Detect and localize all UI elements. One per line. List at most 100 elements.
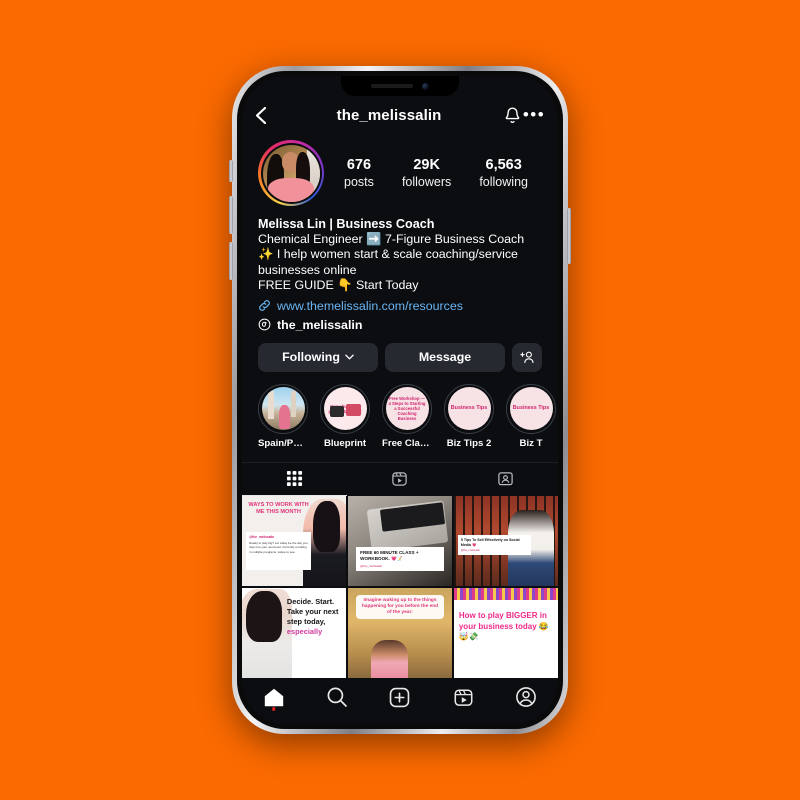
stat-posts-count: 676 xyxy=(346,156,372,173)
post-headline: WAYS TO WORK WITH ME THIS MONTH xyxy=(248,501,309,515)
post-art xyxy=(453,587,558,601)
power-button[interactable] xyxy=(567,208,571,264)
post-caption-card: @the_melissalin Ready to play big? Let t… xyxy=(246,531,311,570)
stat-followers[interactable]: 29K followers xyxy=(402,157,451,190)
highlight-item[interactable]: Business Tips Biz Tips 2 xyxy=(444,383,494,449)
highlight-cover: Business Tips xyxy=(509,387,553,431)
post-headline-accent: especially xyxy=(286,626,323,636)
highlight-cover: Free Workshop — 4 Steps to Starting a Su… xyxy=(385,387,429,431)
highlight-item[interactable]: Business Tips Biz T xyxy=(506,383,556,449)
reels-nav-button[interactable] xyxy=(443,682,483,712)
highlight-label: Blueprint xyxy=(323,437,367,449)
bio-description: Chemical Engineer ➡️ 7-Figure Business C… xyxy=(258,232,525,293)
post-grid: WAYS TO WORK WITH ME THIS MONTH @the_mel… xyxy=(242,495,558,678)
stat-followers-label: followers xyxy=(401,174,452,189)
create-nav-button[interactable] xyxy=(380,682,420,712)
following-button[interactable]: Following xyxy=(258,342,378,372)
post-thumbnail[interactable]: FREE 60 MINUTE CLASS + WORKBOOK. 💗📝 @the… xyxy=(347,495,453,587)
highlight-ring: Free Workshop — 4 Steps to Starting a Su… xyxy=(382,383,432,434)
add-person-icon xyxy=(519,351,533,364)
home-nav-button[interactable] xyxy=(254,682,294,712)
tab-tagged[interactable] xyxy=(453,463,558,496)
reels-icon xyxy=(392,472,408,486)
chevron-left-icon xyxy=(255,106,267,124)
avatar-story-ring[interactable] xyxy=(258,140,324,206)
highlight-cover-text: Free Workshop — 4 Steps to Starting a Su… xyxy=(388,396,426,422)
post-caption-card: FREE 60 MINUTE CLASS + WORKBOOK. 💗📝 @the… xyxy=(356,546,444,571)
highlight-item[interactable]: Spain/Port... xyxy=(258,383,308,449)
highlight-ring: Grow business proven blueprint xyxy=(320,383,370,434)
add-person-button[interactable] xyxy=(512,342,542,372)
profile-bio: Melissa Lin | Business Coach Chemical En… xyxy=(242,206,558,332)
profile-stats: 676 posts 29K followers 6,563 following xyxy=(324,157,544,190)
highlight-label: Biz T xyxy=(519,437,543,449)
bio-link-text: www.themelissalin.com/resources xyxy=(277,298,463,313)
post-handle: @the_melissalin xyxy=(460,549,480,553)
post-thumbnail[interactable]: WAYS TO WORK WITH ME THIS MONTH @the_mel… xyxy=(242,495,347,587)
post-thumbnail[interactable]: Decide. Start. Take your next step today… xyxy=(242,587,347,678)
notifications-button[interactable] xyxy=(501,106,523,124)
volume-down-button[interactable] xyxy=(229,242,233,280)
post-headline: Imagine waking up to the things happenin… xyxy=(361,597,439,616)
profile-nav-button[interactable] xyxy=(506,682,546,712)
search-nav-button[interactable] xyxy=(317,682,357,712)
phone-screen: the_melissalin ••• 676 posts 29K followe… xyxy=(242,76,558,724)
highlight-item[interactable]: Grow business proven blueprint Blueprint xyxy=(320,383,370,449)
highlight-item[interactable]: Free Workshop — 4 Steps to Starting a Su… xyxy=(382,383,432,449)
tagged-icon xyxy=(498,472,513,486)
phone-frame: the_melissalin ••• 676 posts 29K followe… xyxy=(232,66,568,734)
more-options-icon: ••• xyxy=(522,105,546,124)
message-button[interactable]: Message xyxy=(385,342,505,372)
highlight-label: Biz Tips 2 xyxy=(446,437,492,449)
home-icon xyxy=(264,688,283,706)
bell-icon xyxy=(505,107,519,123)
post-thumbnail[interactable]: How to play BIGGER in your business toda… xyxy=(453,587,558,678)
post-headline: 5 Tips To Sell Effectively on Social Med… xyxy=(460,538,520,548)
volume-up-button[interactable] xyxy=(229,196,233,234)
highlight-ring: Business Tips xyxy=(506,383,556,434)
stat-following[interactable]: 6,563 following xyxy=(479,157,528,190)
silent-switch[interactable] xyxy=(229,160,233,182)
bio-display-name: Melissa Lin | Business Coach xyxy=(258,217,435,231)
highlight-art xyxy=(345,404,362,417)
highlight-cover xyxy=(261,387,305,431)
post-headline: FREE 60 MINUTE CLASS + WORKBOOK. 💗📝 xyxy=(360,549,419,561)
profile-tabs xyxy=(242,461,558,496)
post-body: Ready to play big? Let today be the day … xyxy=(249,540,308,554)
post-caption-card: Imagine waking up to the things happenin… xyxy=(356,594,444,620)
highlight-cover: Business Tips xyxy=(447,387,491,431)
following-button-label: Following xyxy=(282,350,340,365)
phone-notch xyxy=(341,76,459,96)
stat-following-count: 6,563 xyxy=(485,156,522,173)
post-thumbnail[interactable]: Imagine waking up to the things happenin… xyxy=(347,587,453,678)
post-art xyxy=(370,640,409,678)
highlight-cover-text: Business Tips xyxy=(450,405,488,412)
post-headline-text: Decide. Start. Take your next step today… xyxy=(286,596,339,626)
stat-posts[interactable]: 676 posts xyxy=(344,157,374,190)
highlight-label: Spain/Port... xyxy=(258,437,308,449)
highlight-ring: Business Tips xyxy=(444,383,494,434)
back-button[interactable] xyxy=(255,106,277,125)
stat-followers-count: 29K xyxy=(413,156,440,173)
highlight-ring xyxy=(258,383,308,434)
tab-reels[interactable] xyxy=(347,463,452,496)
post-thumbnail[interactable]: 5 Tips To Sell Effectively on Social Med… xyxy=(453,495,558,587)
bio-threads-row[interactable]: the_melissalin xyxy=(258,318,542,332)
more-options-button[interactable]: ••• xyxy=(522,105,546,124)
highlight-art xyxy=(278,405,290,430)
avatar-jacket xyxy=(268,177,314,202)
story-highlights: Spain/Port... Grow business proven bluep… xyxy=(242,372,558,449)
phone-inner-bezel: the_melissalin ••• 676 posts 29K followe… xyxy=(237,71,563,729)
search-icon xyxy=(327,687,347,707)
profile-avatar-icon xyxy=(516,687,537,707)
post-art xyxy=(312,501,341,552)
link-icon xyxy=(259,300,270,311)
bio-link-row[interactable]: www.themelissalin.com/resources xyxy=(258,299,542,313)
profile-summary-row: 676 posts 29K followers 6,563 following xyxy=(242,134,558,206)
post-handle: @the_melissalin xyxy=(249,534,275,539)
post-caption-card: 5 Tips To Sell Effectively on Social Med… xyxy=(457,535,531,556)
post-art xyxy=(246,591,282,642)
reels-icon xyxy=(454,688,473,706)
plus-square-icon xyxy=(390,687,410,707)
tab-grid[interactable] xyxy=(242,463,348,496)
